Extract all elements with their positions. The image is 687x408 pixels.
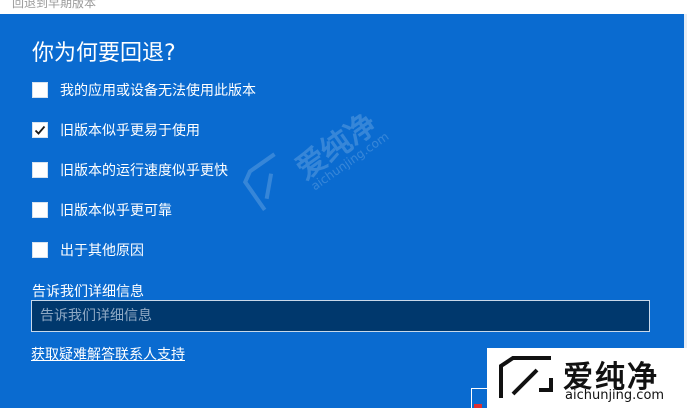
- option-older-faster[interactable]: 旧版本的运行速度似乎更快: [32, 160, 228, 180]
- option-label: 旧版本似乎更可靠: [60, 203, 172, 219]
- checkbox-checked[interactable]: [32, 122, 48, 138]
- checkbox-unchecked[interactable]: [32, 202, 48, 218]
- option-older-easier[interactable]: 旧版本似乎更易于使用: [32, 120, 200, 140]
- option-label: 我的应用或设备无法使用此版本: [60, 83, 256, 99]
- option-label: 出于其他原因: [60, 243, 144, 259]
- option-app-device-incompatible[interactable]: 我的应用或设备无法使用此版本: [32, 80, 256, 100]
- dialog-heading: 你为何要回退?: [32, 41, 176, 66]
- option-label: 旧版本似乎更易于使用: [60, 123, 200, 139]
- window-titlebar: 回退到早期版本: [0, 0, 687, 14]
- cursor-marker: [474, 404, 482, 408]
- troubleshooting-support-link[interactable]: 获取疑难解答联系人支持: [31, 344, 185, 364]
- option-older-reliable[interactable]: 旧版本似乎更可靠: [32, 200, 172, 220]
- checkmark-icon: [34, 125, 46, 135]
- checkbox-unchecked[interactable]: [32, 242, 48, 258]
- details-label: 告诉我们详细信息: [32, 284, 144, 300]
- option-label: 旧版本的运行速度似乎更快: [60, 163, 228, 179]
- option-other-reason[interactable]: 出于其他原因: [32, 240, 144, 260]
- brand-logo: 爱纯净 aichunjing.com: [487, 348, 687, 408]
- checkbox-unchecked[interactable]: [32, 162, 48, 178]
- details-input[interactable]: [31, 300, 650, 332]
- aichunjing-logo-icon: [499, 356, 553, 398]
- checkbox-unchecked[interactable]: [32, 82, 48, 98]
- window-title: 回退到早期版本: [12, 0, 97, 10]
- logo-domain: aichunjing.com: [565, 388, 665, 403]
- next-button-partial[interactable]: [471, 388, 489, 408]
